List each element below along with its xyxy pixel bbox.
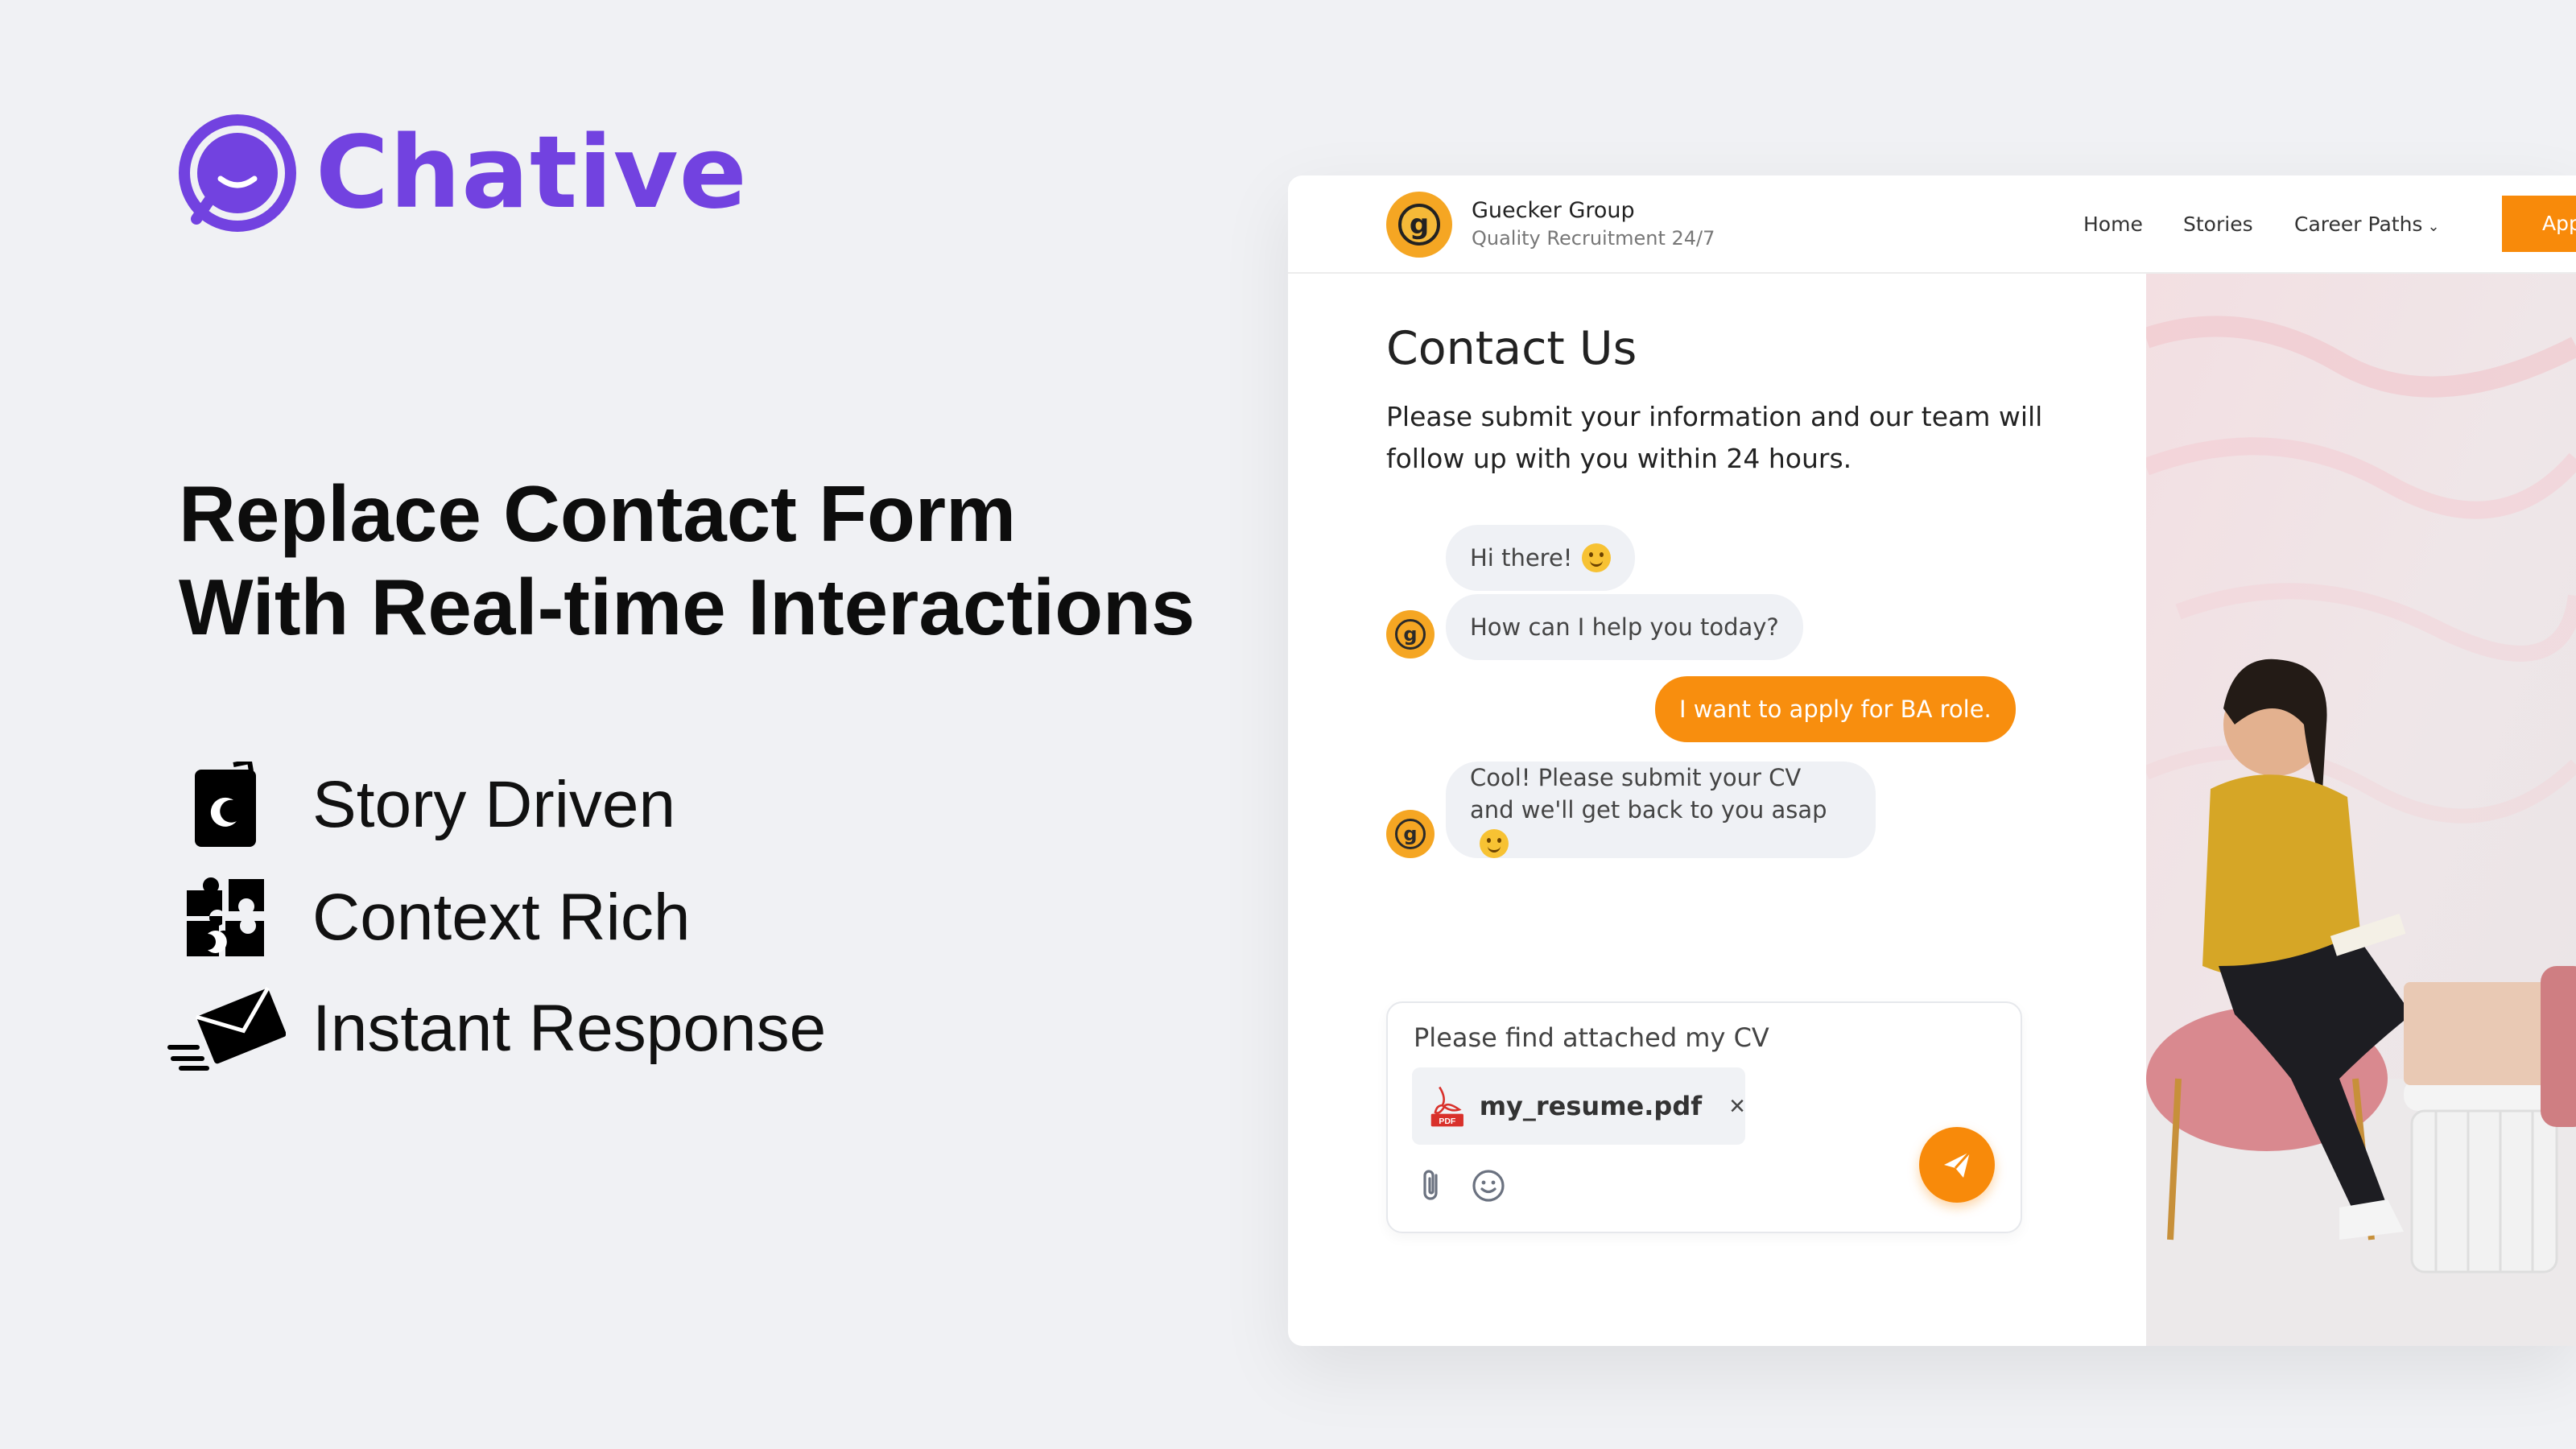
site-logo-letter: g — [1398, 204, 1440, 246]
headline-line-2: With Real-time Interactions — [179, 563, 1195, 651]
message-text-content: Cool! Please submit your CV and we'll ge… — [1470, 764, 1827, 824]
chat-message-agent: Cool! Please submit your CV and we'll ge… — [1446, 762, 1876, 858]
send-button[interactable] — [1919, 1127, 1995, 1203]
chative-logo-icon — [179, 114, 296, 232]
nav-career-paths[interactable]: Career Paths ⌄ — [2294, 213, 2440, 236]
feature-label: Instant Response — [312, 992, 827, 1065]
chat-message-agent: Hi there! — [1446, 525, 1636, 591]
attachment-name: my_resume.pdf — [1479, 1091, 1703, 1121]
message-text: How can I help you today? — [1470, 613, 1779, 641]
brand-name: Chative — [316, 115, 748, 231]
page-title: Contact Us — [1386, 322, 1637, 375]
emoji-picker-icon[interactable] — [1472, 1169, 1505, 1203]
smiling-face-icon — [1582, 543, 1612, 572]
feature-label: Context Rich — [312, 881, 691, 954]
site-logo[interactable]: g — [1386, 192, 1452, 258]
page-description: Please submit your information and our t… — [1386, 401, 2043, 474]
pdf-file-icon: PDF — [1430, 1086, 1463, 1127]
feature-label: Story Driven — [312, 768, 676, 841]
site-tagline: Quality Recruitment 24/7 — [1472, 227, 1715, 250]
nav-career-label: Career Paths — [2294, 213, 2423, 236]
headline: Replace Contact Form With Real-time Inte… — [179, 467, 1195, 654]
agent-avatar-letter: g — [1395, 819, 1426, 849]
apply-button[interactable]: App — [2502, 196, 2576, 252]
message-text: I want to apply for BA role. — [1679, 696, 1992, 723]
composer-input[interactable]: Please find attached my CV — [1414, 1022, 1769, 1053]
woman-with-laptop-illustration — [2146, 274, 2576, 1346]
paperclip-icon[interactable] — [1417, 1167, 1446, 1204]
close-icon[interactable]: × — [1729, 1091, 1745, 1122]
feature-item-context: Context Rich — [161, 869, 690, 966]
feature-item-instant: Instant Response — [161, 980, 826, 1077]
fast-envelope-icon — [167, 986, 286, 1071]
message-text: Hi there! — [1470, 544, 1573, 572]
chat-message-agent: How can I help you today? — [1446, 594, 1803, 660]
feature-item-story: Story Driven — [161, 757, 675, 853]
message-text: Cool! Please submit your CV and we'll ge… — [1470, 762, 1852, 858]
pdf-type-label: PDF — [1439, 1117, 1456, 1126]
site-header: g Guecker Group Quality Recruitment 24/7… — [1288, 175, 2576, 274]
site-name: Guecker Group — [1472, 198, 1635, 223]
brand: Chative — [179, 114, 748, 232]
website-mockup: g Guecker Group Quality Recruitment 24/7… — [1288, 175, 2576, 1346]
attachment-chip[interactable]: PDF my_resume.pdf × — [1412, 1067, 1745, 1145]
nav-stories[interactable]: Stories — [2183, 213, 2253, 236]
star-struck-face-icon — [1480, 829, 1509, 858]
agent-avatar: g — [1386, 610, 1435, 658]
agent-avatar-letter: g — [1395, 619, 1426, 650]
message-composer[interactable]: Please find attached my CV PDF my_resume… — [1386, 1001, 2022, 1233]
send-icon — [1944, 1150, 1971, 1178]
book-moon-icon — [195, 762, 256, 847]
chat-message-user: I want to apply for BA role. — [1655, 676, 2016, 742]
nav-home[interactable]: Home — [2083, 213, 2143, 236]
hero-photo — [2146, 274, 2576, 1346]
chevron-down-icon: ⌄ — [2427, 218, 2440, 235]
headline-line-1: Replace Contact Form — [179, 469, 1017, 558]
agent-avatar: g — [1386, 810, 1435, 858]
puzzle-icon — [187, 877, 264, 956]
